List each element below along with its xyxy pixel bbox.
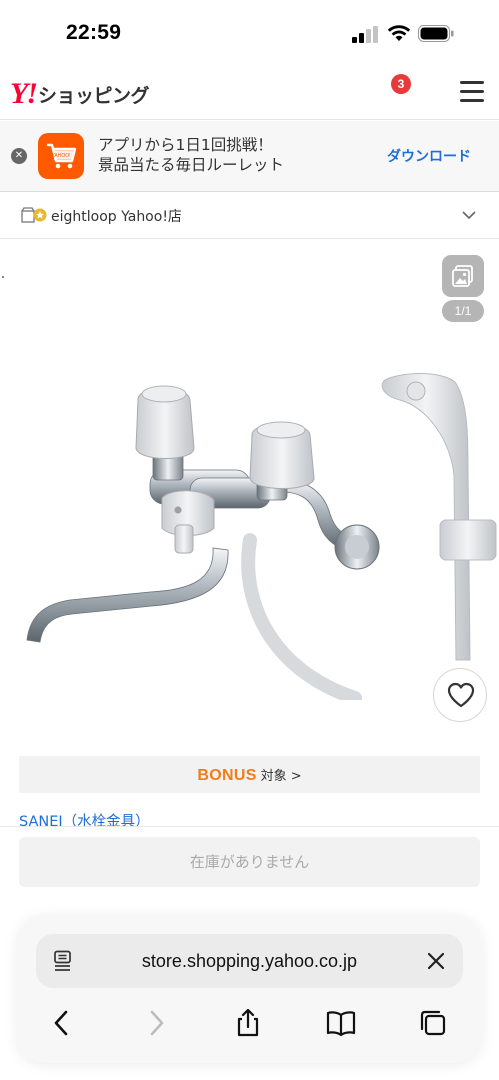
chevron-down-icon[interactable] — [462, 208, 476, 222]
logo-text: ショッピング — [38, 84, 150, 107]
address-bar[interactable]: store.shopping.yahoo.co.jp — [36, 934, 463, 988]
battery-icon — [418, 25, 454, 42]
bonus-label: BONUS — [197, 767, 257, 784]
brand-link[interactable]: SANEI（水栓金具） — [19, 810, 150, 827]
tabs-icon[interactable] — [418, 1008, 448, 1038]
yahoo-shopping-app-icon[interactable]: YAHOO! — [38, 133, 84, 179]
chevron-right-icon: > — [290, 769, 302, 784]
heart-icon — [447, 682, 475, 708]
forward-icon[interactable] — [141, 1008, 171, 1038]
product-photo-faucet[interactable] — [0, 360, 499, 700]
site-header: Y! ショッピング 3 — [0, 66, 499, 120]
status-time: 22:59 — [66, 21, 122, 44]
bonus-eligible-bar[interactable]: BONUS 対象 > — [19, 756, 480, 793]
product-image-gallery: 1/1 — [0, 240, 499, 740]
banner-message: アプリから1日1回挑戦！ 景品当たる毎日ルーレット — [98, 135, 284, 175]
favorite-button[interactable] — [433, 668, 487, 722]
banner-line-1: アプリから1日1回挑戦！ — [98, 136, 273, 154]
share-icon[interactable] — [233, 1008, 263, 1038]
close-icon[interactable] — [426, 951, 446, 971]
yahoo-shopping-logo[interactable]: Y! ショッピング — [10, 77, 150, 110]
banner-line-2: 景品当たる毎日ルーレット — [98, 156, 285, 174]
hamburger-menu-icon[interactable] — [460, 81, 484, 103]
shopping-cart-icon: YAHOO! — [46, 143, 77, 169]
logo-mark: Y! — [10, 77, 38, 110]
store-icon — [21, 207, 47, 223]
wifi-icon — [387, 25, 411, 41]
bonus-target-label: 対象 — [260, 769, 287, 784]
cellular-signal-icon — [352, 26, 378, 43]
banner-close-icon[interactable]: ✕ — [11, 148, 27, 164]
cart-count-badge[interactable]: 3 — [391, 74, 411, 94]
decorative-dot — [2, 276, 4, 278]
browser-toolbar: store.shopping.yahoo.co.jp — [17, 915, 482, 1063]
url-text: store.shopping.yahoo.co.jp — [141, 951, 358, 971]
image-counter: 1/1 — [442, 300, 484, 322]
store-name: eightloop Yahoo!店 — [51, 209, 182, 225]
app-icon-text: YAHOO! — [51, 153, 70, 159]
app-promo-banner: ✕ YAHOO! アプリから1日1回挑戦！ 景品当たる毎日ルーレット ダウンロー… — [0, 121, 499, 192]
bookmarks-icon[interactable] — [326, 1008, 356, 1038]
status-bar: 22:59 — [0, 0, 499, 66]
store-selector[interactable]: eightloop Yahoo!店 — [0, 193, 499, 239]
image-gallery-icon — [452, 265, 473, 287]
out-of-stock-button[interactable]: 在庫がありません — [19, 837, 480, 887]
gallery-view-button[interactable] — [442, 255, 484, 297]
back-icon[interactable] — [47, 1008, 77, 1038]
download-app-button[interactable]: ダウンロード — [387, 146, 471, 166]
